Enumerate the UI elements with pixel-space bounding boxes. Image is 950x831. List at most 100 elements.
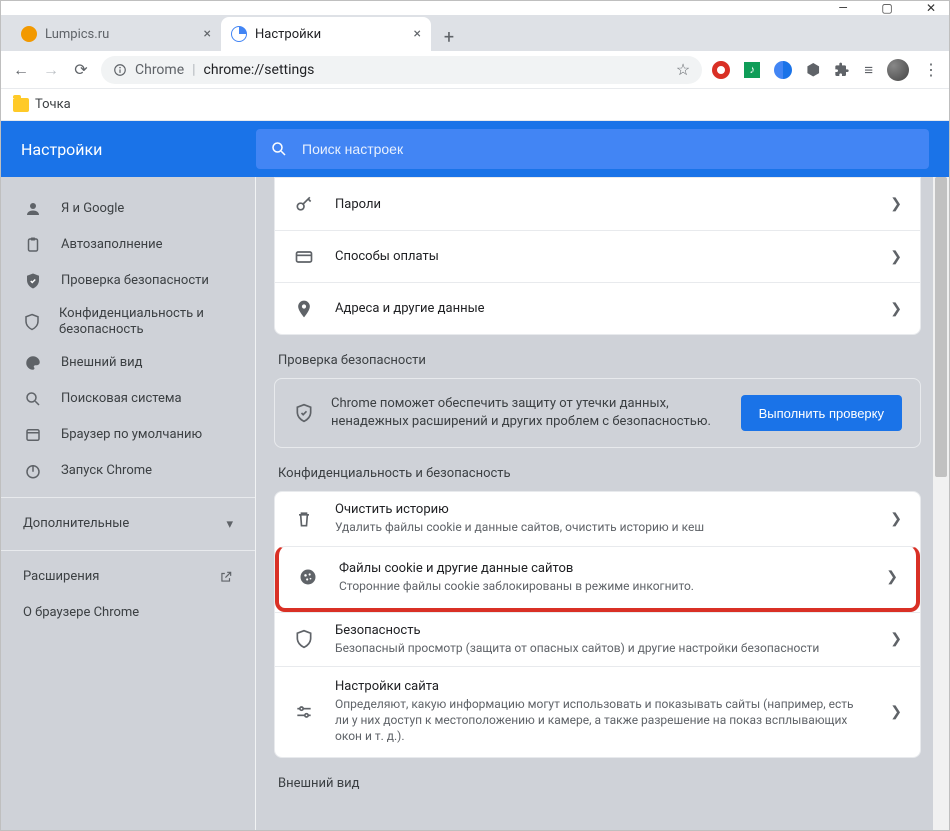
appearance-heading: Внешний вид [278,776,917,791]
palette-icon [23,354,43,372]
back-button[interactable]: ← [11,60,31,80]
window-minimize[interactable]: — [835,1,851,15]
bookmark-folder[interactable]: Точка [35,97,71,112]
sidebar-item-you-and-google[interactable]: Я и Google [1,191,255,227]
sidebar-item-advanced[interactable]: Дополнительные ▾ [1,506,255,542]
scrollbar-thumb[interactable] [935,177,947,477]
reload-button[interactable]: ⟳ [71,60,91,79]
page-title: Настройки [21,140,256,159]
tab-title: Lumpics.ru [45,27,109,42]
cookie-icon [297,567,319,587]
location-icon [293,299,315,319]
close-icon[interactable]: × [204,26,211,42]
shield-check-icon [23,272,43,290]
address-bar[interactable]: Chrome | chrome://settings ☆ [101,56,702,84]
sliders-icon [293,702,315,722]
safety-check-card: Chrome поможет обеспечить защиту от утеч… [274,378,921,448]
shield-check-icon [293,403,315,423]
sidebar-item-about[interactable]: О браузере Chrome [1,595,255,631]
divider [1,550,255,551]
bookmarks-bar: Точка [1,89,949,121]
settings-header: Настройки [1,121,949,177]
chevron-right-icon: ❯ [890,631,902,647]
row-payment[interactable]: Способы оплаты ❯ [275,230,920,282]
clipboard-icon [23,236,43,254]
toolbar: ← → ⟳ Chrome | chrome://settings ☆ ♪ ⬢ ≡… [1,51,949,89]
safety-check-button[interactable]: Выполнить проверку [741,395,902,431]
privacy-card: Очистить историю Удалить файлы cookie и … [274,491,921,757]
avatar[interactable] [887,59,909,81]
extension-icons: ♪ ⬢ ≡ ⋮ [712,59,939,81]
info-icon [113,63,127,77]
reading-list-icon[interactable]: ≡ [864,61,873,79]
privacy-heading: Конфиденциальность и безопасность [278,466,917,481]
window: — ▢ ✕ Lumpics.ru × Настройки × + ← → ⟳ C… [0,0,950,831]
tab-strip: Lumpics.ru × Настройки × + [1,15,949,51]
scrollbar[interactable] [933,177,949,830]
new-tab-button[interactable]: + [435,23,463,51]
tab-lumpics[interactable]: Lumpics.ru × [11,17,221,51]
url-path: chrome://settings [204,62,315,78]
external-link-icon [219,570,233,584]
sidebar-item-safety-check[interactable]: Проверка безопасности [1,263,255,299]
settings-main: Пароли ❯ Способы оплаты ❯ Адреса и други… [256,177,949,830]
search-input[interactable] [302,141,915,157]
sidebar-item-autofill[interactable]: Автозаполнение [1,227,255,263]
row-site-settings[interactable]: Настройки сайта Определяют, какую информ… [275,666,920,757]
url-separator: | [192,62,195,78]
row-passwords[interactable]: Пароли ❯ [275,178,920,230]
tab-title: Настройки [255,27,321,42]
sidebar-item-default-browser[interactable]: Браузер по умолчанию [1,417,255,453]
sidebar-item-on-startup[interactable]: Запуск Chrome [1,453,255,489]
chevron-right-icon: ❯ [890,196,902,212]
shield-icon [293,629,315,649]
sidebar: Я и Google Автозаполнение Проверка безоп… [1,177,256,830]
favicon-settings [231,26,247,42]
row-cookies[interactable]: Файлы cookie и другие данные сайтов Стор… [275,546,920,612]
chevron-right-icon: ❯ [886,569,898,585]
url-prefix: Chrome [135,62,184,78]
row-security[interactable]: Безопасность Безопасный просмотр (защита… [275,612,920,666]
sidebar-item-extensions[interactable]: Расширения [1,559,255,595]
window-icon [23,426,43,444]
row-addresses[interactable]: Адреса и другие данные ❯ [275,282,920,334]
power-icon [23,462,43,480]
chevron-right-icon: ❯ [890,249,902,265]
window-controls: — ▢ ✕ [1,1,949,15]
chevron-down-icon: ▾ [226,517,233,532]
key-icon [293,194,315,214]
tab-settings[interactable]: Настройки × [221,17,431,51]
favicon-lumpics [21,26,37,42]
trash-icon [293,509,315,529]
window-close[interactable]: ✕ [923,1,939,15]
row-clear-history[interactable]: Очистить историю Удалить файлы cookie и … [275,492,920,545]
chevron-right-icon: ❯ [890,511,902,527]
star-icon[interactable]: ☆ [676,60,690,79]
ext-red-icon[interactable] [712,61,730,79]
ext-green-icon[interactable]: ♪ [744,62,760,78]
autofill-card: Пароли ❯ Способы оплаты ❯ Адреса и други… [274,177,921,335]
search-icon [270,140,288,158]
menu-icon[interactable]: ⋮ [923,60,939,79]
forward-button[interactable]: → [41,60,61,80]
sidebar-item-search-engine[interactable]: Поисковая система [1,381,255,417]
sidebar-item-privacy[interactable]: Конфиденциальность и безопасность [1,299,255,345]
ext-cube-icon[interactable]: ⬢ [806,60,820,79]
folder-icon [13,98,29,112]
chevron-right-icon: ❯ [890,301,902,317]
settings-body: Я и Google Автозаполнение Проверка безоп… [1,177,949,830]
ext-blue-icon[interactable] [774,61,792,79]
settings-search[interactable] [256,129,929,169]
safety-text: Chrome поможет обеспечить защиту от утеч… [331,395,725,431]
safety-heading: Проверка безопасности [278,353,917,368]
search-icon [23,390,43,408]
sidebar-item-appearance[interactable]: Внешний вид [1,345,255,381]
card-icon [293,247,315,267]
divider [1,497,255,498]
shield-icon [23,313,41,331]
person-icon [23,200,43,218]
close-icon[interactable]: × [414,26,421,42]
chevron-right-icon: ❯ [890,704,902,720]
window-maximize[interactable]: ▢ [879,1,895,15]
extensions-icon[interactable] [834,62,850,78]
